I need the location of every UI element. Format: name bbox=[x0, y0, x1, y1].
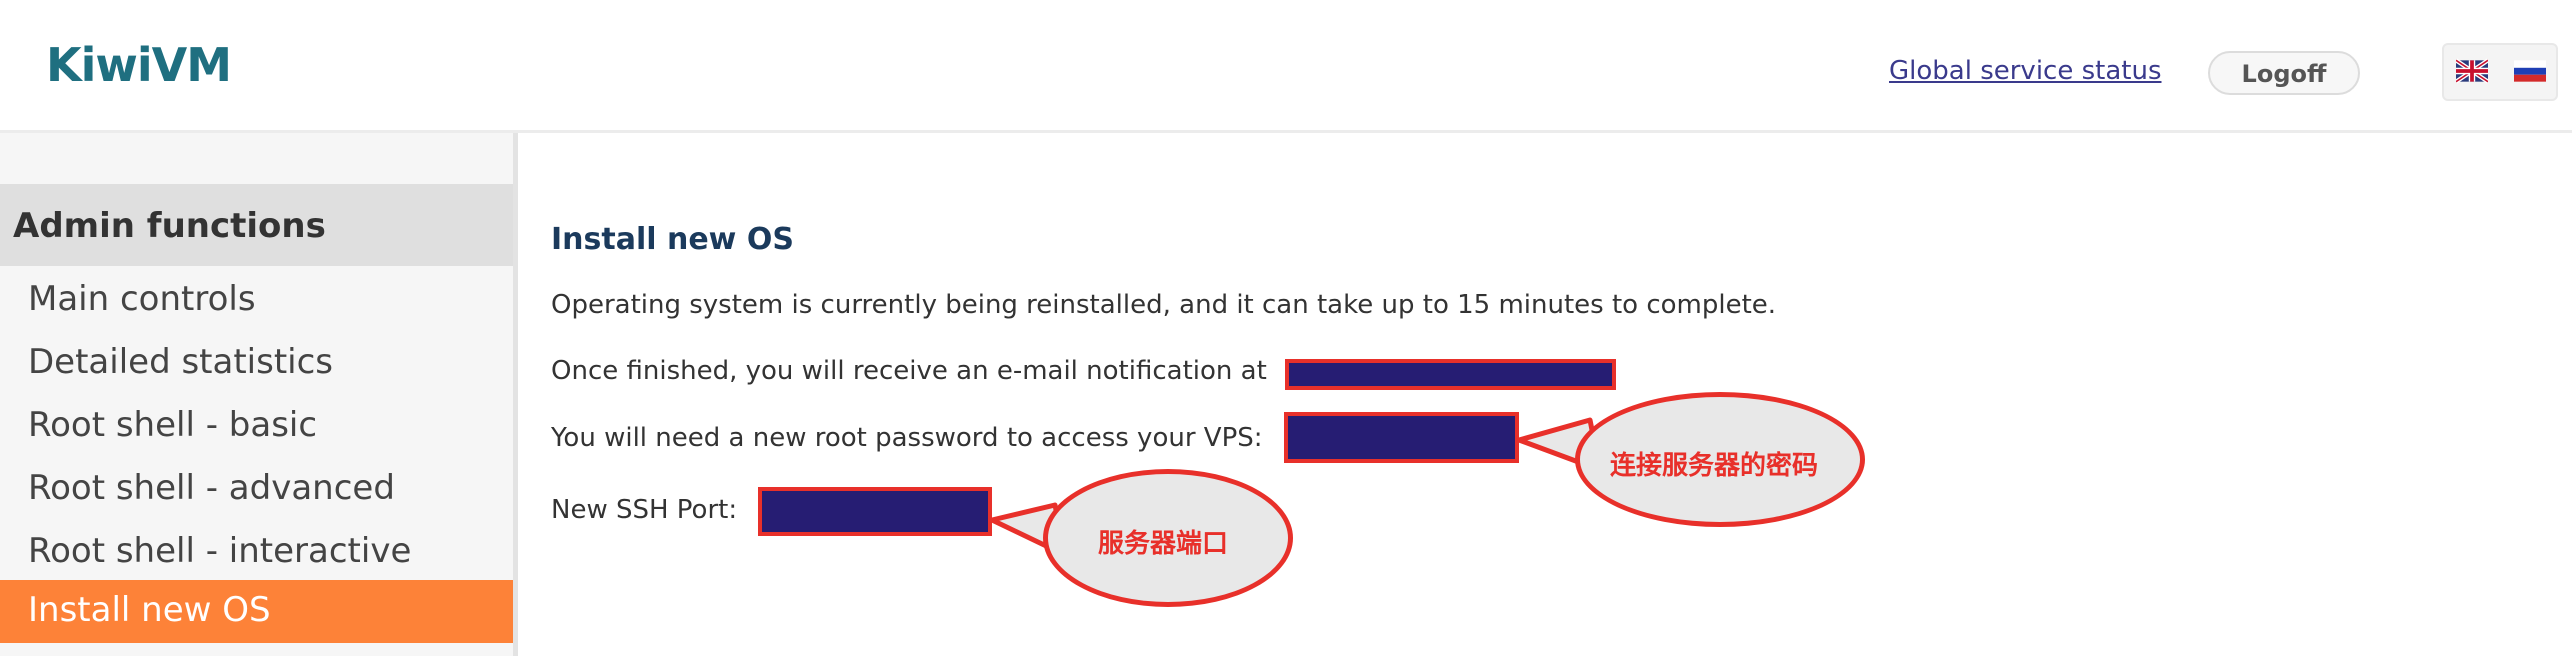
ssh-port-redaction bbox=[758, 487, 992, 536]
email-redaction bbox=[1285, 359, 1616, 390]
sidebar-section-title: Admin functions bbox=[13, 206, 326, 246]
sidebar-item-detailed-statistics[interactable]: Detailed statistics bbox=[0, 332, 513, 395]
sidebar-item-label: Root shell - basic bbox=[28, 405, 318, 445]
russia-flag-icon[interactable] bbox=[2514, 58, 2546, 84]
sidebar-item-root-shell-basic[interactable]: Root shell - basic bbox=[0, 395, 513, 458]
logo[interactable]: KiwiVM bbox=[46, 38, 232, 92]
sidebar-item-label: Root shell - advanced bbox=[28, 468, 395, 508]
header: KiwiVM Global service status Logoff bbox=[0, 0, 2572, 133]
global-service-status-link[interactable]: Global service status bbox=[1889, 56, 2162, 86]
uk-flag-icon[interactable] bbox=[2456, 58, 2488, 84]
sidebar-item-root-shell-advanced[interactable]: Root shell - advanced bbox=[0, 458, 513, 521]
port-callout-text: 服务器端口 bbox=[1098, 529, 1229, 559]
sidebar-section-header: Admin functions bbox=[0, 184, 513, 266]
sidebar-item-label: Main controls bbox=[28, 279, 256, 319]
sidebar: Admin functions Main controls Detailed s… bbox=[0, 133, 518, 656]
sidebar-item-label: Detailed statistics bbox=[28, 342, 334, 382]
password-redaction bbox=[1284, 412, 1519, 463]
sidebar-item-label: Root shell - interactive bbox=[28, 531, 412, 571]
sidebar-item-install-new-os[interactable]: Install new OS bbox=[0, 580, 513, 643]
sidebar-item-root-shell-interactive[interactable]: Root shell - interactive bbox=[0, 521, 513, 584]
ssh-port-text: New SSH Port: bbox=[551, 495, 738, 525]
root-password-text: You will need a new root password to acc… bbox=[551, 423, 1263, 453]
email-notification-text: Once finished, you will receive an e-mai… bbox=[551, 356, 1267, 386]
password-callout-text: 连接服务器的密码 bbox=[1610, 451, 1819, 481]
logoff-button[interactable]: Logoff bbox=[2208, 51, 2360, 95]
sidebar-item-label: Install new OS bbox=[28, 590, 271, 630]
sidebar-item-main-controls[interactable]: Main controls bbox=[0, 269, 513, 332]
page-title: Install new OS bbox=[551, 222, 794, 257]
reinstall-status-text: Operating system is currently being rein… bbox=[551, 290, 1777, 320]
language-selector bbox=[2442, 43, 2558, 101]
